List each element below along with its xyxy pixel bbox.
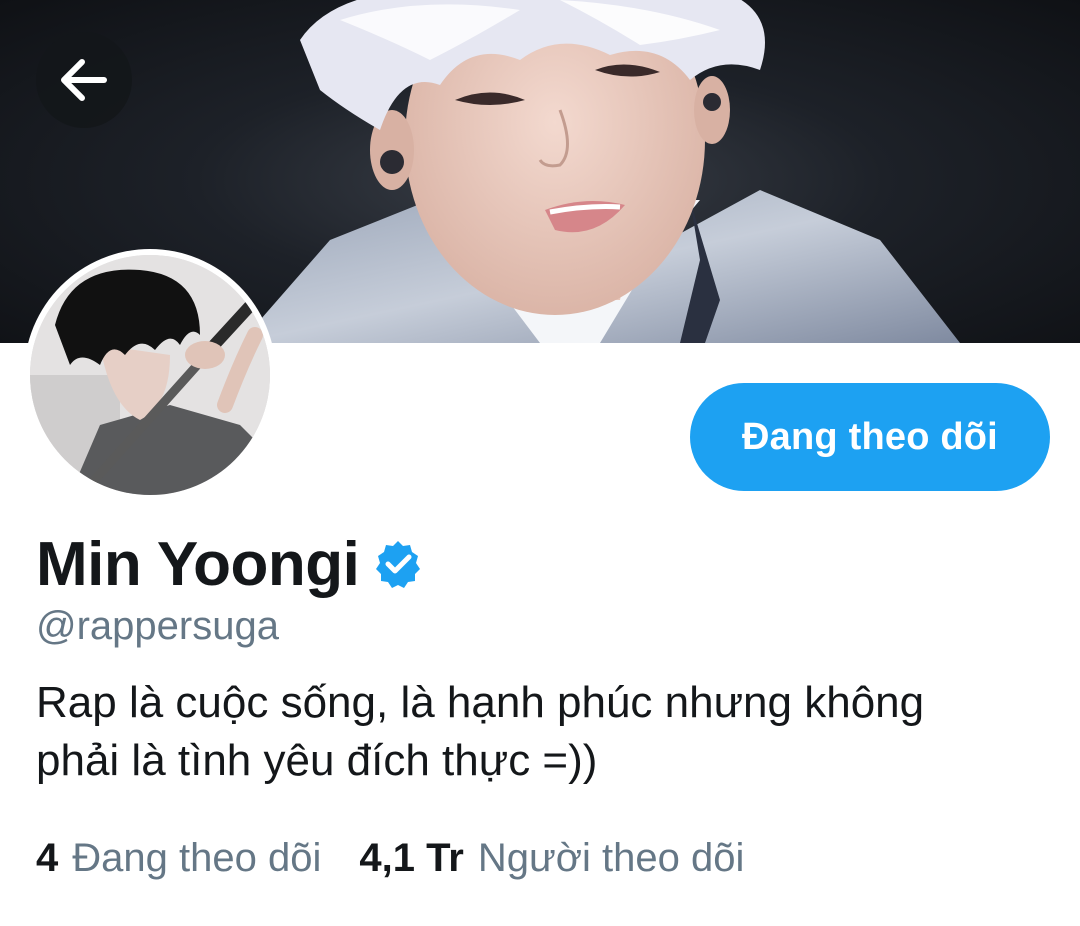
following-count: 4 — [36, 836, 59, 880]
followers-label: Người theo dõi — [477, 836, 745, 880]
back-button[interactable] — [36, 32, 132, 128]
follow-stats: 4 Đang theo dõi 4,1 Tr Người theo dõi — [36, 836, 744, 881]
avatar[interactable] — [24, 249, 276, 501]
bio-line-2: phải là tình yêu đích thực =)) — [36, 736, 598, 785]
profile-bio: Rap là cuộc sống, là hạnh phúc nhưng khô… — [36, 674, 1036, 790]
followers-count: 4,1 Tr — [359, 836, 464, 880]
arrow-left-icon — [61, 59, 107, 101]
following-button-label: Đang theo dõi — [742, 415, 998, 458]
avatar-photo — [30, 255, 270, 495]
verified-badge-icon — [376, 541, 421, 588]
display-name-row: Min Yoongi — [36, 522, 423, 606]
display-name: Min Yoongi — [36, 529, 360, 599]
following-button[interactable]: Đang theo dõi — [690, 383, 1050, 491]
following-label: Đang theo dõi — [72, 836, 322, 880]
profile-page: Đang theo dõi Min Yoongi @rappersuga Rap… — [0, 0, 1080, 926]
username-handle: @rappersuga — [36, 604, 279, 648]
bio-line-1: Rap là cuộc sống, là hạnh phúc nhưng khô… — [36, 678, 925, 727]
avatar-image — [30, 255, 270, 495]
following-stat[interactable]: 4 Đang theo dõi — [36, 836, 321, 881]
followers-stat[interactable]: 4,1 Tr Người theo dõi — [359, 836, 744, 881]
